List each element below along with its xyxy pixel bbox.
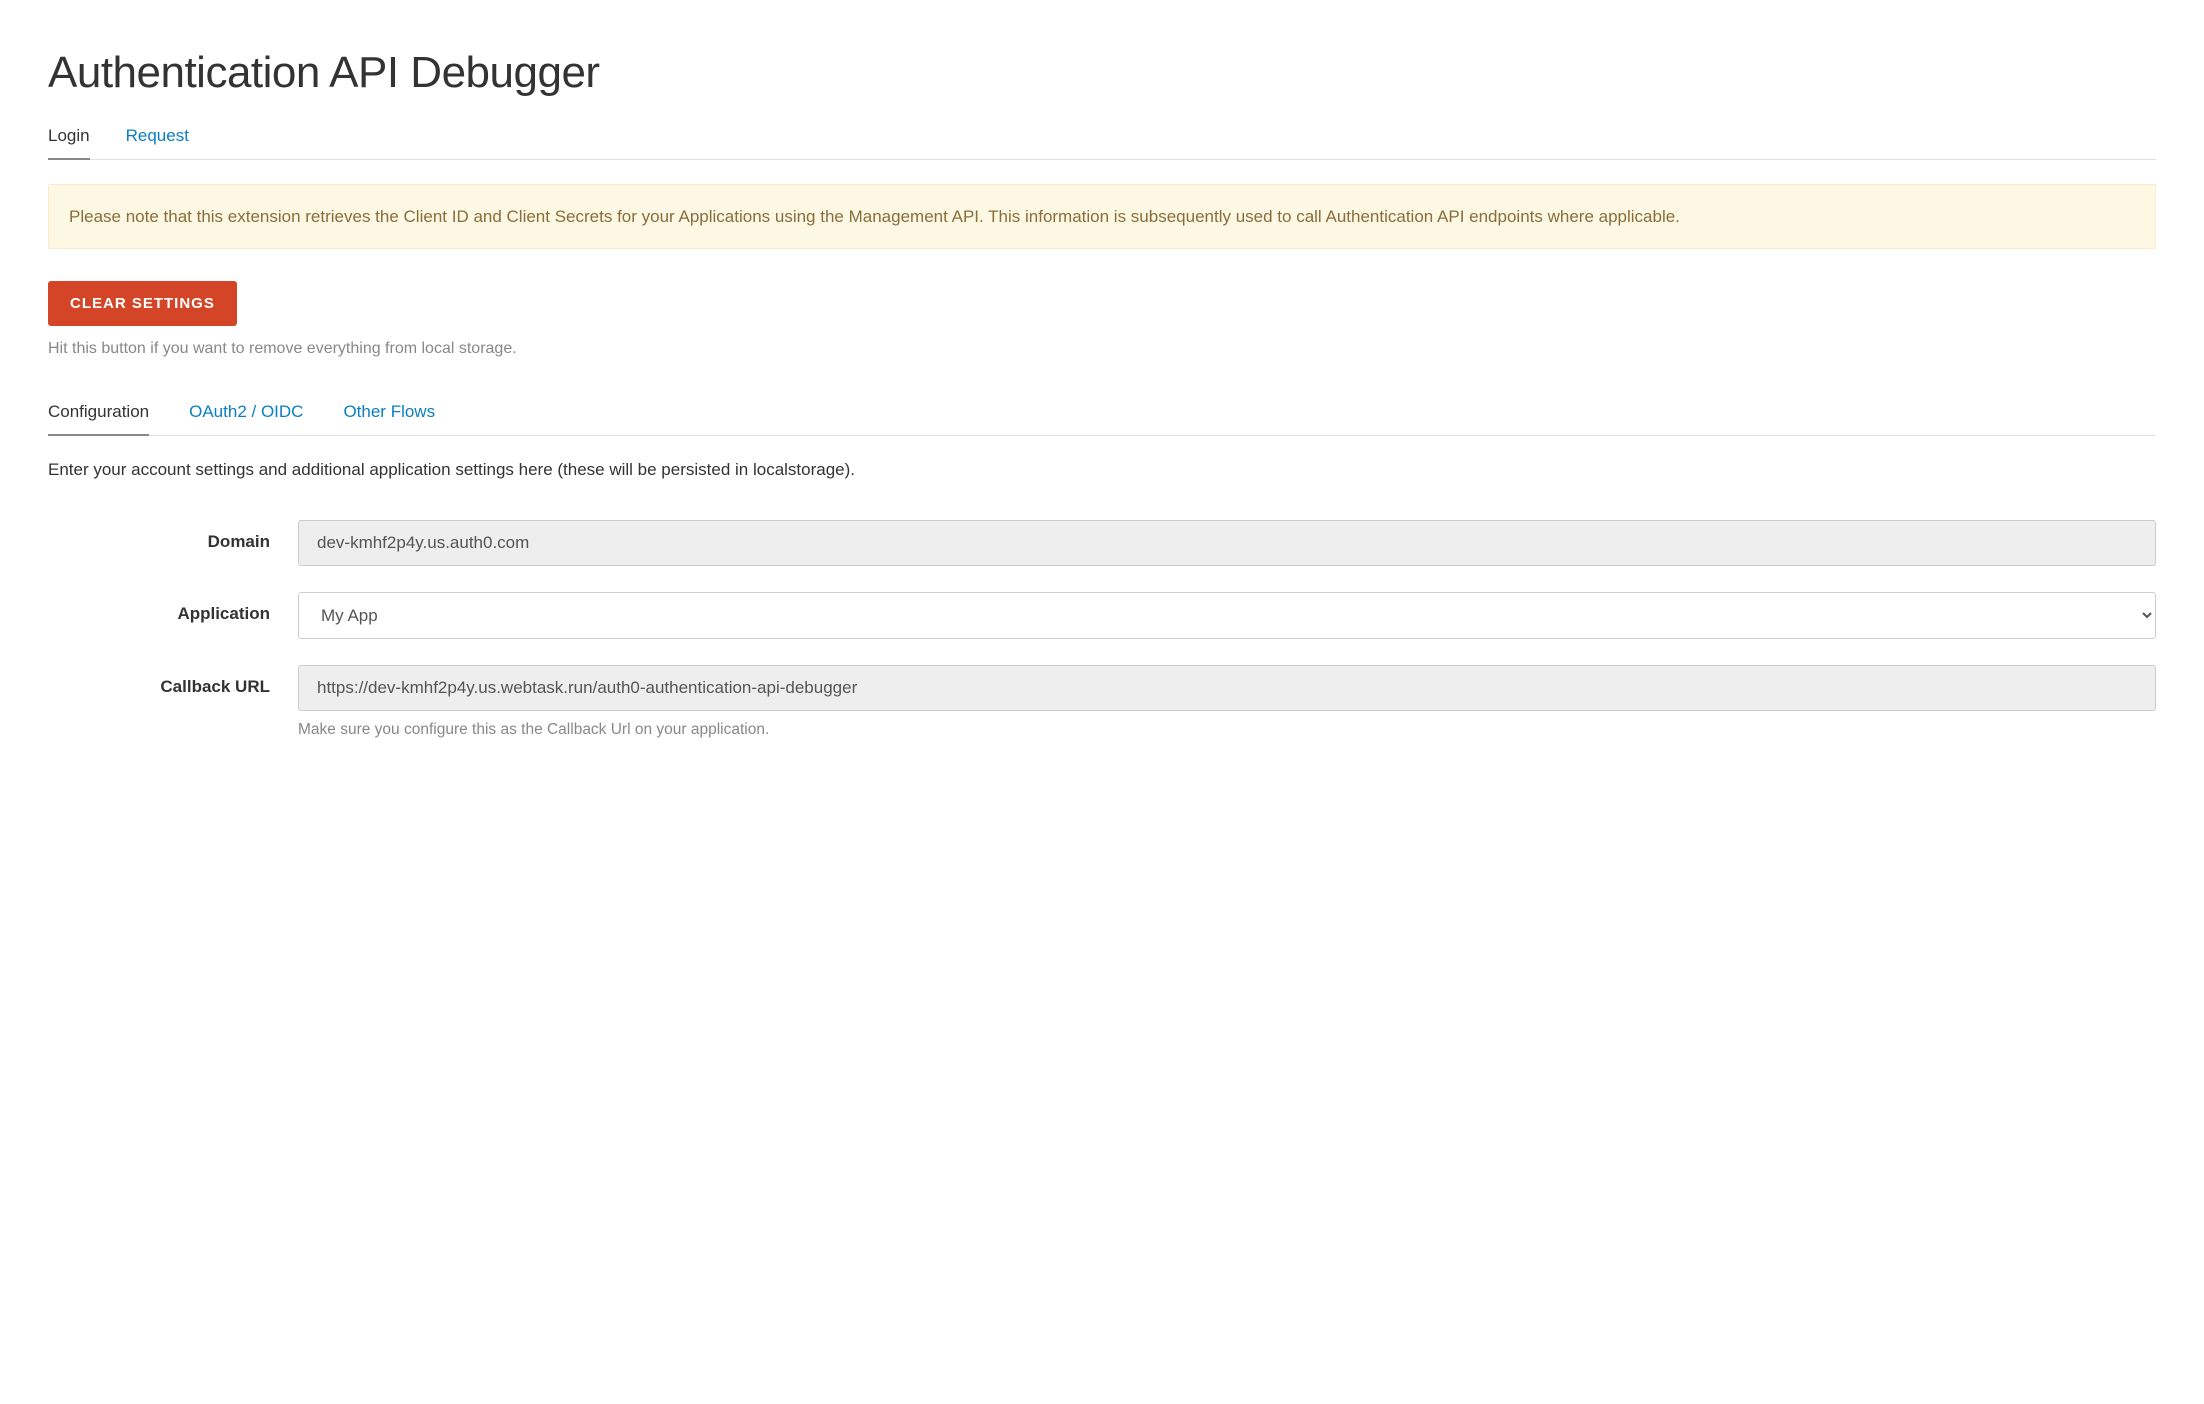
sub-tab-bar: Configuration OAuth2 / OIDC Other Flows [48, 402, 2156, 436]
application-label: Application [48, 592, 298, 624]
tab-login[interactable]: Login [48, 126, 90, 160]
section-description: Enter your account settings and addition… [48, 460, 2156, 480]
form-row-application: Application My App [48, 592, 2156, 639]
clear-settings-help: Hit this button if you want to remove ev… [48, 340, 2156, 358]
form-row-domain: Domain [48, 520, 2156, 566]
page-title: Authentication API Debugger [48, 48, 2156, 98]
subtab-oauth2-oidc[interactable]: OAuth2 / OIDC [189, 402, 303, 436]
form-row-callback-url: Callback URL Make sure you configure thi… [48, 665, 2156, 739]
callback-url-input [298, 665, 2156, 711]
alert-warning: Please note that this extension retrieve… [48, 184, 2156, 249]
subtab-other-flows[interactable]: Other Flows [343, 402, 435, 436]
application-select[interactable]: My App [298, 592, 2156, 639]
callback-url-help: Make sure you configure this as the Call… [298, 721, 2156, 739]
tab-request[interactable]: Request [126, 126, 189, 160]
domain-label: Domain [48, 520, 298, 552]
top-tab-bar: Login Request [48, 126, 2156, 160]
subtab-configuration[interactable]: Configuration [48, 402, 149, 436]
domain-input [298, 520, 2156, 566]
clear-settings-button[interactable]: CLEAR SETTINGS [48, 281, 237, 326]
callback-url-label: Callback URL [48, 665, 298, 697]
